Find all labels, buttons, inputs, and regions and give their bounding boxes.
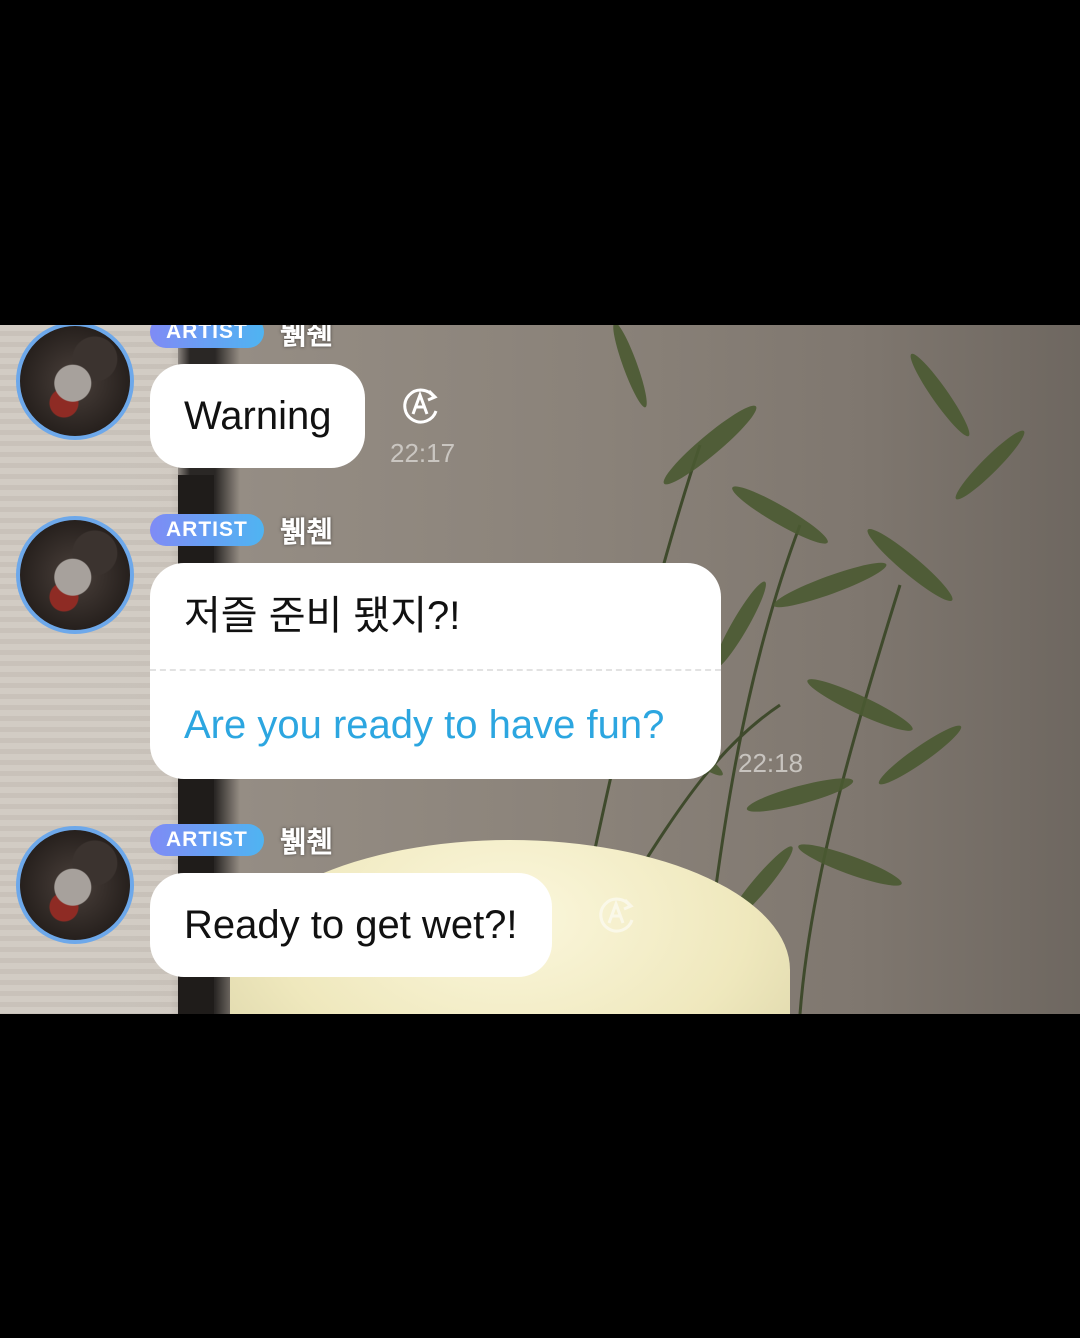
artist-avatar[interactable] <box>16 516 134 634</box>
message-bubble[interactable]: 저즐 준비 됐지?! Are you ready to have fun? <box>150 563 721 779</box>
artist-avatar[interactable] <box>16 826 134 944</box>
translate-icon[interactable] <box>398 383 442 427</box>
translate-icon[interactable] <box>594 892 638 936</box>
sender-name: 뷁췐 <box>279 515 334 549</box>
sender-name: 뷁췐 <box>279 325 334 351</box>
artist-badge: ARTIST <box>150 514 264 546</box>
artist-badge: ARTIST <box>150 325 264 348</box>
artist-badge: ARTIST <box>150 824 264 856</box>
message-text: Ready to get wet?! <box>184 903 518 947</box>
sender-row: ARTIST 뷁췐 <box>150 513 333 549</box>
message-text: 저즐 준비 됐지?! <box>184 594 461 638</box>
translated-text: Are you ready to have fun? <box>184 703 665 747</box>
sender-row: ARTIST 뷁췐 <box>150 325 333 351</box>
sender-name: 뷁췐 <box>279 825 334 859</box>
live-chat-screen: ARTIST 뷁췐 Warning 22:17 ARTIST 뷁췐 저즐 준비 … <box>0 325 1080 1014</box>
message-text: Warning <box>184 394 332 438</box>
message-timestamp: 22:17 <box>390 438 456 468</box>
message-timestamp: 22:18 <box>738 748 804 778</box>
message-bubble[interactable]: Warning <box>150 364 366 468</box>
message-bubble[interactable]: Ready to get wet?! <box>150 873 552 977</box>
artist-avatar[interactable] <box>16 325 134 440</box>
sender-row: ARTIST 뷁췐 <box>150 823 333 859</box>
